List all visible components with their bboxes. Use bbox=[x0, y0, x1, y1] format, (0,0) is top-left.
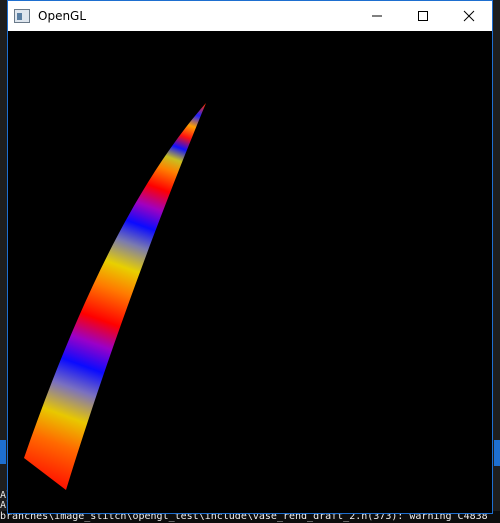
opengl-window: OpenGL bbox=[7, 0, 493, 514]
gradient-ribbon bbox=[24, 103, 206, 490]
console-scrollbar-left bbox=[0, 440, 6, 464]
app-icon bbox=[14, 9, 30, 23]
minimize-button[interactable] bbox=[354, 1, 400, 31]
close-button[interactable] bbox=[446, 1, 492, 31]
maximize-button[interactable] bbox=[400, 1, 446, 31]
rendered-surface bbox=[24, 103, 206, 490]
console-scrollbar-right[interactable] bbox=[494, 440, 500, 466]
close-icon bbox=[463, 10, 475, 22]
maximize-icon bbox=[417, 10, 429, 22]
title-bar[interactable]: OpenGL bbox=[8, 1, 492, 31]
opengl-canvas[interactable] bbox=[8, 31, 492, 513]
window-title: OpenGL bbox=[38, 9, 87, 23]
minimize-icon bbox=[371, 10, 383, 22]
